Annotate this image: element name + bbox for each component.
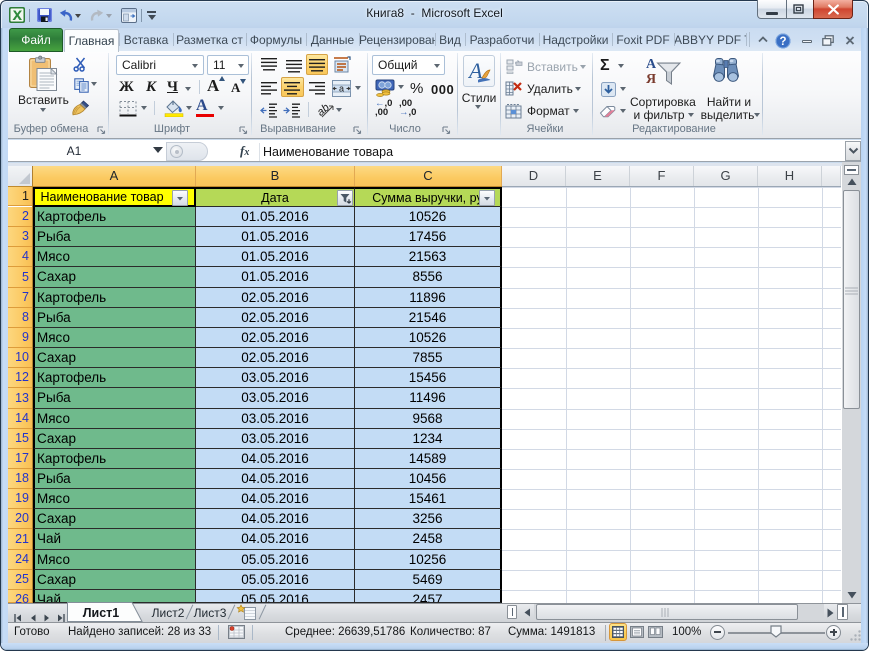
svg-text:?: ?	[779, 36, 786, 48]
svg-text:ab: ab	[317, 102, 332, 119]
svg-text:Я: Я	[646, 72, 656, 85]
svg-text:А: А	[646, 57, 657, 72]
svg-text:a: a	[339, 83, 344, 93]
